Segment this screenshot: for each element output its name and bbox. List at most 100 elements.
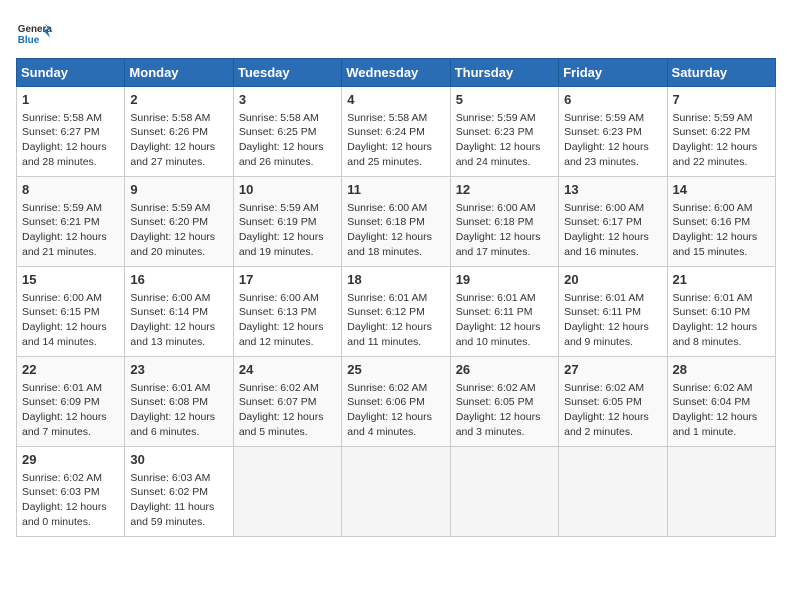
day-number: 12 bbox=[456, 181, 553, 199]
day-number: 3 bbox=[239, 91, 336, 109]
calendar-week-3: 15 Sunrise: 6:00 AMSunset: 6:15 PMDaylig… bbox=[17, 267, 776, 357]
day-info: Sunrise: 6:00 AMSunset: 6:14 PMDaylight:… bbox=[130, 292, 215, 349]
calendar-table: SundayMondayTuesdayWednesdayThursdayFrid… bbox=[16, 58, 776, 537]
calendar-cell: 10 Sunrise: 5:59 AMSunset: 6:19 PMDaylig… bbox=[233, 177, 341, 267]
calendar-cell: 14 Sunrise: 6:00 AMSunset: 6:16 PMDaylig… bbox=[667, 177, 775, 267]
calendar-cell: 1 Sunrise: 5:58 AMSunset: 6:27 PMDayligh… bbox=[17, 87, 125, 177]
calendar-cell bbox=[450, 447, 558, 537]
day-number: 2 bbox=[130, 91, 227, 109]
day-info: Sunrise: 6:01 AMSunset: 6:12 PMDaylight:… bbox=[347, 292, 432, 349]
day-info: Sunrise: 5:59 AMSunset: 6:23 PMDaylight:… bbox=[456, 112, 541, 169]
day-info: Sunrise: 5:59 AMSunset: 6:19 PMDaylight:… bbox=[239, 202, 324, 259]
calendar-week-1: 1 Sunrise: 5:58 AMSunset: 6:27 PMDayligh… bbox=[17, 87, 776, 177]
day-info: Sunrise: 6:00 AMSunset: 6:13 PMDaylight:… bbox=[239, 292, 324, 349]
day-info: Sunrise: 6:00 AMSunset: 6:17 PMDaylight:… bbox=[564, 202, 649, 259]
calendar-cell: 28 Sunrise: 6:02 AMSunset: 6:04 PMDaylig… bbox=[667, 357, 775, 447]
calendar-cell: 4 Sunrise: 5:58 AMSunset: 6:24 PMDayligh… bbox=[342, 87, 450, 177]
calendar-cell: 8 Sunrise: 5:59 AMSunset: 6:21 PMDayligh… bbox=[17, 177, 125, 267]
calendar-cell: 19 Sunrise: 6:01 AMSunset: 6:11 PMDaylig… bbox=[450, 267, 558, 357]
day-number: 7 bbox=[673, 91, 770, 109]
day-info: Sunrise: 6:02 AMSunset: 6:06 PMDaylight:… bbox=[347, 382, 432, 439]
day-number: 14 bbox=[673, 181, 770, 199]
day-info: Sunrise: 5:59 AMSunset: 6:22 PMDaylight:… bbox=[673, 112, 758, 169]
day-info: Sunrise: 6:01 AMSunset: 6:08 PMDaylight:… bbox=[130, 382, 215, 439]
calendar-cell: 5 Sunrise: 5:59 AMSunset: 6:23 PMDayligh… bbox=[450, 87, 558, 177]
calendar-cell: 25 Sunrise: 6:02 AMSunset: 6:06 PMDaylig… bbox=[342, 357, 450, 447]
calendar-cell: 11 Sunrise: 6:00 AMSunset: 6:18 PMDaylig… bbox=[342, 177, 450, 267]
day-info: Sunrise: 6:02 AMSunset: 6:05 PMDaylight:… bbox=[456, 382, 541, 439]
calendar-cell: 22 Sunrise: 6:01 AMSunset: 6:09 PMDaylig… bbox=[17, 357, 125, 447]
day-info: Sunrise: 6:02 AMSunset: 6:04 PMDaylight:… bbox=[673, 382, 758, 439]
day-info: Sunrise: 6:02 AMSunset: 6:05 PMDaylight:… bbox=[564, 382, 649, 439]
day-info: Sunrise: 6:00 AMSunset: 6:15 PMDaylight:… bbox=[22, 292, 107, 349]
day-number: 5 bbox=[456, 91, 553, 109]
day-number: 23 bbox=[130, 361, 227, 379]
calendar-cell: 16 Sunrise: 6:00 AMSunset: 6:14 PMDaylig… bbox=[125, 267, 233, 357]
weekday-header-sunday: Sunday bbox=[17, 59, 125, 87]
day-info: Sunrise: 5:58 AMSunset: 6:25 PMDaylight:… bbox=[239, 112, 324, 169]
svg-text:Blue: Blue bbox=[18, 35, 40, 46]
day-info: Sunrise: 5:59 AMSunset: 6:23 PMDaylight:… bbox=[564, 112, 649, 169]
day-info: Sunrise: 6:01 AMSunset: 6:09 PMDaylight:… bbox=[22, 382, 107, 439]
calendar-cell: 21 Sunrise: 6:01 AMSunset: 6:10 PMDaylig… bbox=[667, 267, 775, 357]
calendar-cell bbox=[342, 447, 450, 537]
day-number: 20 bbox=[564, 271, 661, 289]
calendar-week-5: 29 Sunrise: 6:02 AMSunset: 6:03 PMDaylig… bbox=[17, 447, 776, 537]
day-info: Sunrise: 6:03 AMSunset: 6:02 PMDaylight:… bbox=[130, 472, 214, 529]
calendar-cell bbox=[233, 447, 341, 537]
weekday-header-thursday: Thursday bbox=[450, 59, 558, 87]
day-number: 13 bbox=[564, 181, 661, 199]
day-info: Sunrise: 5:58 AMSunset: 6:27 PMDaylight:… bbox=[22, 112, 107, 169]
calendar-cell bbox=[667, 447, 775, 537]
day-number: 16 bbox=[130, 271, 227, 289]
calendar-cell: 3 Sunrise: 5:58 AMSunset: 6:25 PMDayligh… bbox=[233, 87, 341, 177]
calendar-week-2: 8 Sunrise: 5:59 AMSunset: 6:21 PMDayligh… bbox=[17, 177, 776, 267]
calendar-cell: 30 Sunrise: 6:03 AMSunset: 6:02 PMDaylig… bbox=[125, 447, 233, 537]
logo: General Blue bbox=[16, 16, 52, 52]
weekday-header-saturday: Saturday bbox=[667, 59, 775, 87]
day-info: Sunrise: 6:00 AMSunset: 6:16 PMDaylight:… bbox=[673, 202, 758, 259]
day-number: 11 bbox=[347, 181, 444, 199]
calendar-cell: 18 Sunrise: 6:01 AMSunset: 6:12 PMDaylig… bbox=[342, 267, 450, 357]
calendar-cell: 26 Sunrise: 6:02 AMSunset: 6:05 PMDaylig… bbox=[450, 357, 558, 447]
calendar-cell: 29 Sunrise: 6:02 AMSunset: 6:03 PMDaylig… bbox=[17, 447, 125, 537]
day-number: 25 bbox=[347, 361, 444, 379]
weekday-header-tuesday: Tuesday bbox=[233, 59, 341, 87]
calendar-cell: 24 Sunrise: 6:02 AMSunset: 6:07 PMDaylig… bbox=[233, 357, 341, 447]
calendar-cell: 27 Sunrise: 6:02 AMSunset: 6:05 PMDaylig… bbox=[559, 357, 667, 447]
day-number: 29 bbox=[22, 451, 119, 469]
day-number: 8 bbox=[22, 181, 119, 199]
day-number: 15 bbox=[22, 271, 119, 289]
day-info: Sunrise: 6:02 AMSunset: 6:03 PMDaylight:… bbox=[22, 472, 107, 529]
day-info: Sunrise: 5:58 AMSunset: 6:24 PMDaylight:… bbox=[347, 112, 432, 169]
day-number: 18 bbox=[347, 271, 444, 289]
day-number: 19 bbox=[456, 271, 553, 289]
day-number: 4 bbox=[347, 91, 444, 109]
day-number: 24 bbox=[239, 361, 336, 379]
calendar-cell: 15 Sunrise: 6:00 AMSunset: 6:15 PMDaylig… bbox=[17, 267, 125, 357]
calendar-cell: 7 Sunrise: 5:59 AMSunset: 6:22 PMDayligh… bbox=[667, 87, 775, 177]
day-info: Sunrise: 6:01 AMSunset: 6:11 PMDaylight:… bbox=[456, 292, 541, 349]
calendar-week-4: 22 Sunrise: 6:01 AMSunset: 6:09 PMDaylig… bbox=[17, 357, 776, 447]
calendar-cell: 9 Sunrise: 5:59 AMSunset: 6:20 PMDayligh… bbox=[125, 177, 233, 267]
calendar-cell: 12 Sunrise: 6:00 AMSunset: 6:18 PMDaylig… bbox=[450, 177, 558, 267]
day-number: 28 bbox=[673, 361, 770, 379]
calendar-cell: 2 Sunrise: 5:58 AMSunset: 6:26 PMDayligh… bbox=[125, 87, 233, 177]
calendar-cell: 23 Sunrise: 6:01 AMSunset: 6:08 PMDaylig… bbox=[125, 357, 233, 447]
calendar-cell: 20 Sunrise: 6:01 AMSunset: 6:11 PMDaylig… bbox=[559, 267, 667, 357]
day-number: 1 bbox=[22, 91, 119, 109]
day-number: 27 bbox=[564, 361, 661, 379]
day-number: 21 bbox=[673, 271, 770, 289]
weekday-header-wednesday: Wednesday bbox=[342, 59, 450, 87]
day-number: 17 bbox=[239, 271, 336, 289]
day-info: Sunrise: 6:02 AMSunset: 6:07 PMDaylight:… bbox=[239, 382, 324, 439]
day-info: Sunrise: 5:59 AMSunset: 6:21 PMDaylight:… bbox=[22, 202, 107, 259]
day-info: Sunrise: 6:00 AMSunset: 6:18 PMDaylight:… bbox=[347, 202, 432, 259]
calendar-cell bbox=[559, 447, 667, 537]
day-info: Sunrise: 5:59 AMSunset: 6:20 PMDaylight:… bbox=[130, 202, 215, 259]
day-number: 10 bbox=[239, 181, 336, 199]
day-number: 26 bbox=[456, 361, 553, 379]
calendar-cell: 17 Sunrise: 6:00 AMSunset: 6:13 PMDaylig… bbox=[233, 267, 341, 357]
logo-icon: General Blue bbox=[16, 16, 52, 52]
day-info: Sunrise: 5:58 AMSunset: 6:26 PMDaylight:… bbox=[130, 112, 215, 169]
